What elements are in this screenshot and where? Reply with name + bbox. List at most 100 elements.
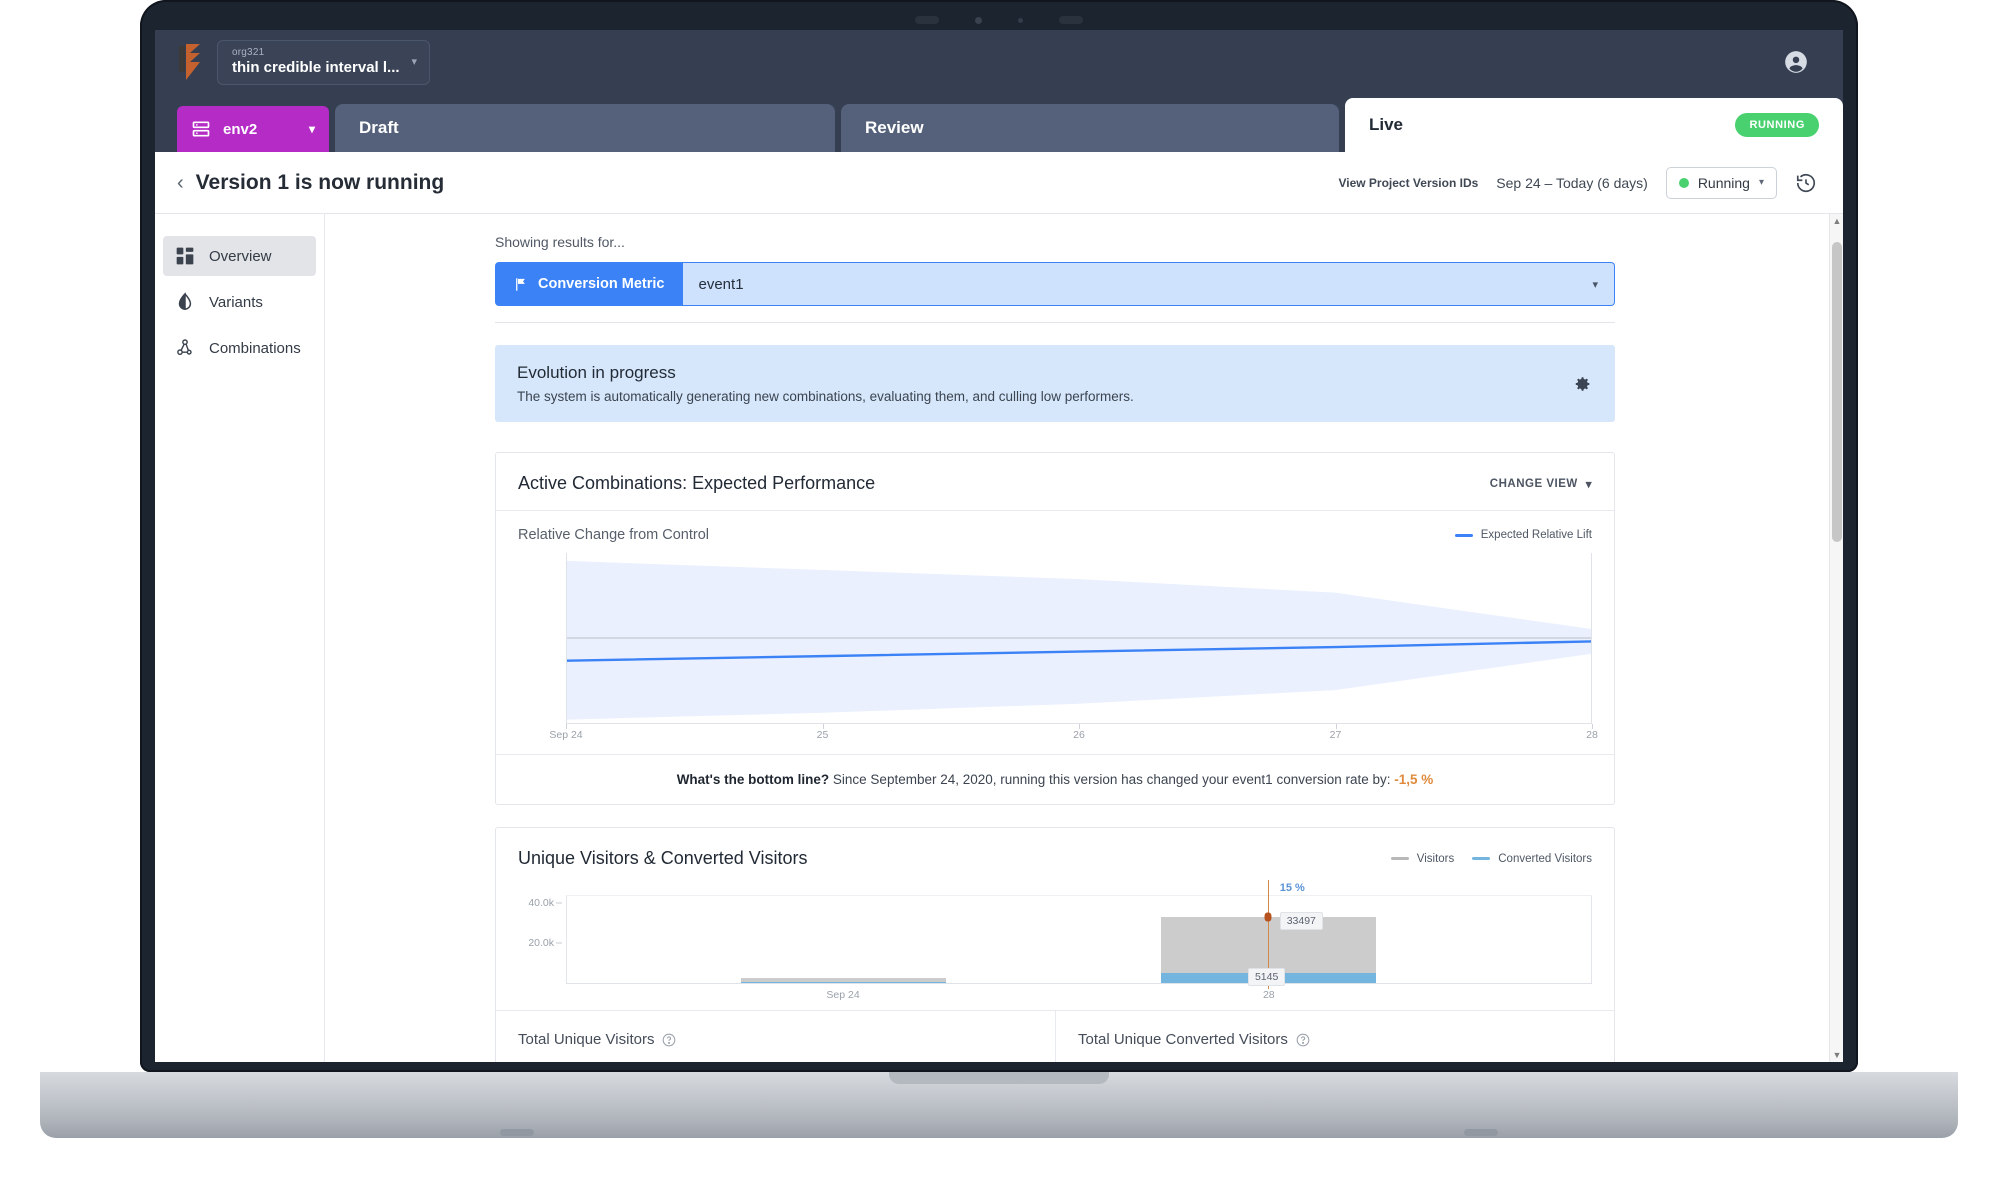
chevron-down-icon: ▾ (1758, 177, 1764, 188)
camera-indicator-icon (1018, 17, 1023, 23)
total-unique-visitors-cell: Total Unique Visitors (496, 1011, 1055, 1062)
showing-results-label: Showing results for... (495, 234, 625, 250)
bottom-line-text: Since September 24, 2020, running this v… (832, 772, 1391, 787)
legend-swatch-icon (1454, 533, 1473, 537)
line-chart-legend: Expected Relative Lift (1454, 529, 1592, 541)
main-content: Showing results for... Conversion Metric (325, 214, 1843, 1062)
legend-swatch-icon (1390, 857, 1409, 860)
browser-screen: org321 thin credible interval l... ▾ env… (155, 30, 1843, 1062)
total-unique-converted-visitors-label: Total Unique Converted Visitors (1078, 1031, 1288, 1048)
evolution-banner-subtitle: The system is automatically generating n… (517, 389, 1134, 404)
org-name: org321 (232, 46, 265, 58)
laptop-foot (500, 1129, 534, 1136)
unique-visitors-title: Unique Visitors & Converted Visitors (518, 848, 808, 868)
bar-chart-legend: Visitors Converted Visitors (1390, 852, 1592, 865)
tab-review-label: Review (865, 118, 924, 137)
scrollbar-thumb[interactable] (1832, 242, 1842, 542)
x-axis-tick-label: 26 (1073, 729, 1085, 741)
bottom-line-summary: What's the bottom line? Since September … (496, 754, 1614, 804)
evolution-banner: Evolution in progress The system is auto… (495, 345, 1615, 422)
app-header: org321 thin credible interval l... ▾ (155, 30, 1843, 94)
project-title: thin credible interval l... (232, 58, 400, 76)
chevron-down-icon: ▾ (1585, 478, 1592, 491)
question-circle-icon[interactable] (1296, 1033, 1310, 1047)
gear-icon[interactable] (1571, 373, 1593, 395)
x-axis-tick-label: Sep 24 (549, 729, 583, 741)
chart-cursor-dot (1264, 912, 1272, 922)
feature-flag-logo-icon (177, 43, 203, 81)
x-axis-tick-label: 27 (1329, 729, 1342, 741)
line-chart-x-axis: Sep 24 25 26 27 28 (549, 724, 1598, 746)
laptop-camera-row (869, 12, 1129, 28)
content-scrollbar[interactable]: ▲ ▼ (1829, 214, 1843, 1062)
legend-label: Visitors (1416, 852, 1455, 865)
page-title: Version 1 is now running (195, 170, 445, 194)
sidebar-item-overview[interactable]: Overview (163, 236, 316, 276)
view-project-version-ids-link[interactable]: View Project Version IDs (1338, 176, 1478, 190)
y-axis-tick-label: 20.0k (528, 936, 554, 949)
flag-icon (513, 277, 528, 292)
screenshot-stage: org321 thin credible interval l... ▾ env… (0, 0, 1998, 1180)
change-view-label: CHANGE VIEW (1489, 477, 1578, 490)
sidebar-item-combinations[interactable]: Combinations (163, 328, 316, 368)
bar-chart-x-axis: Sep 24 28 (566, 984, 1592, 1006)
change-view-button[interactable]: CHANGE VIEW ▾ (1490, 477, 1592, 491)
date-range-label: Sep 24 – Today (6 days) (1496, 174, 1648, 191)
bottom-line-value: -1,5 % (1394, 772, 1434, 787)
nodes-graph-icon (175, 338, 195, 358)
tooltip-visitors-value: 33497 (1279, 911, 1323, 930)
speaker-grille-icon (915, 16, 939, 24)
legend-item-expected-relative-lift: Expected Relative Lift (1454, 529, 1592, 541)
account-circle-icon[interactable] (1783, 49, 1809, 75)
sidebar-item-combinations-label: Combinations (209, 339, 301, 357)
tab-review[interactable]: Review (841, 104, 1339, 152)
conversion-metric-value: event1 (698, 275, 744, 293)
section-divider (495, 322, 1615, 323)
laptop-base (40, 1072, 1958, 1138)
environment-selector[interactable]: env2 ▾ (177, 106, 329, 152)
status-dropdown-value: Running (1697, 174, 1750, 191)
laptop-trackpad-notch (889, 1072, 1109, 1084)
evolution-banner-title: Evolution in progress (517, 363, 676, 382)
tab-draft-label: Draft (359, 118, 399, 137)
sensor-icon (1059, 16, 1083, 24)
line-chart-plot-area (566, 553, 1592, 723)
camera-lens-icon (975, 16, 982, 24)
legend-label: Expected Relative Lift (1480, 529, 1592, 541)
legend-item-converted-visitors: Converted Visitors (1472, 853, 1592, 865)
page-subheader: ‹ Version 1 is now running View Project … (155, 152, 1843, 214)
org-project-switcher[interactable]: org321 thin credible interval l... ▾ (217, 39, 431, 85)
cursor-percent-label: 15 % (1279, 882, 1305, 894)
status-badge: RUNNING (1735, 113, 1819, 137)
page-body: Overview Variants Combinations Showing r… (155, 214, 1843, 1062)
scroll-down-arrow-icon[interactable]: ▼ (1830, 1048, 1843, 1062)
chevron-down-icon: ▾ (1592, 278, 1598, 291)
line-chart-subtitle: Relative Change from Control (518, 527, 710, 543)
scroll-up-arrow-icon[interactable]: ▲ (1830, 214, 1843, 228)
chevron-left-icon[interactable]: ‹ (173, 173, 196, 193)
x-axis-tick-label: 28 (1262, 989, 1275, 1001)
status-dropdown[interactable]: Running ▾ (1665, 166, 1777, 199)
bar-chart-y-axis: 40.0k 20.0k (518, 896, 562, 983)
sidebar-item-variants-label: Variants (209, 293, 263, 311)
tab-draft[interactable]: Draft (335, 104, 835, 152)
environment-label: env2 (223, 120, 258, 138)
x-axis-tick-label: Sep 24 (826, 989, 860, 1001)
conversion-metric-label: Conversion Metric (538, 276, 665, 292)
sidebar-nav: Overview Variants Combinations (155, 214, 325, 1062)
conversion-metric-select[interactable]: event1 ▾ (682, 262, 1615, 306)
tab-live[interactable]: Live RUNNING (1345, 98, 1843, 152)
x-axis-tick-label: 25 (816, 729, 829, 741)
history-clock-icon[interactable] (1795, 172, 1817, 194)
status-dot-icon (1678, 177, 1689, 188)
conversion-metric-filter: Conversion Metric event1 ▾ (495, 262, 1615, 306)
legend-label: Converted Visitors (1498, 852, 1592, 865)
environment-tab-strip: env2 ▾ Draft Review Live RUNNING (155, 94, 1843, 152)
sidebar-item-overview-label: Overview (209, 247, 272, 265)
expected-performance-title: Active Combinations: Expected Performanc… (518, 473, 876, 493)
chevron-down-icon: ▾ (308, 122, 315, 136)
conversion-metric-tag: Conversion Metric (495, 262, 683, 306)
question-circle-icon[interactable] (662, 1033, 676, 1047)
bar-chart-plot-area: 15 % 33497 5145 (566, 880, 1591, 989)
sidebar-item-variants[interactable]: Variants (163, 282, 316, 322)
